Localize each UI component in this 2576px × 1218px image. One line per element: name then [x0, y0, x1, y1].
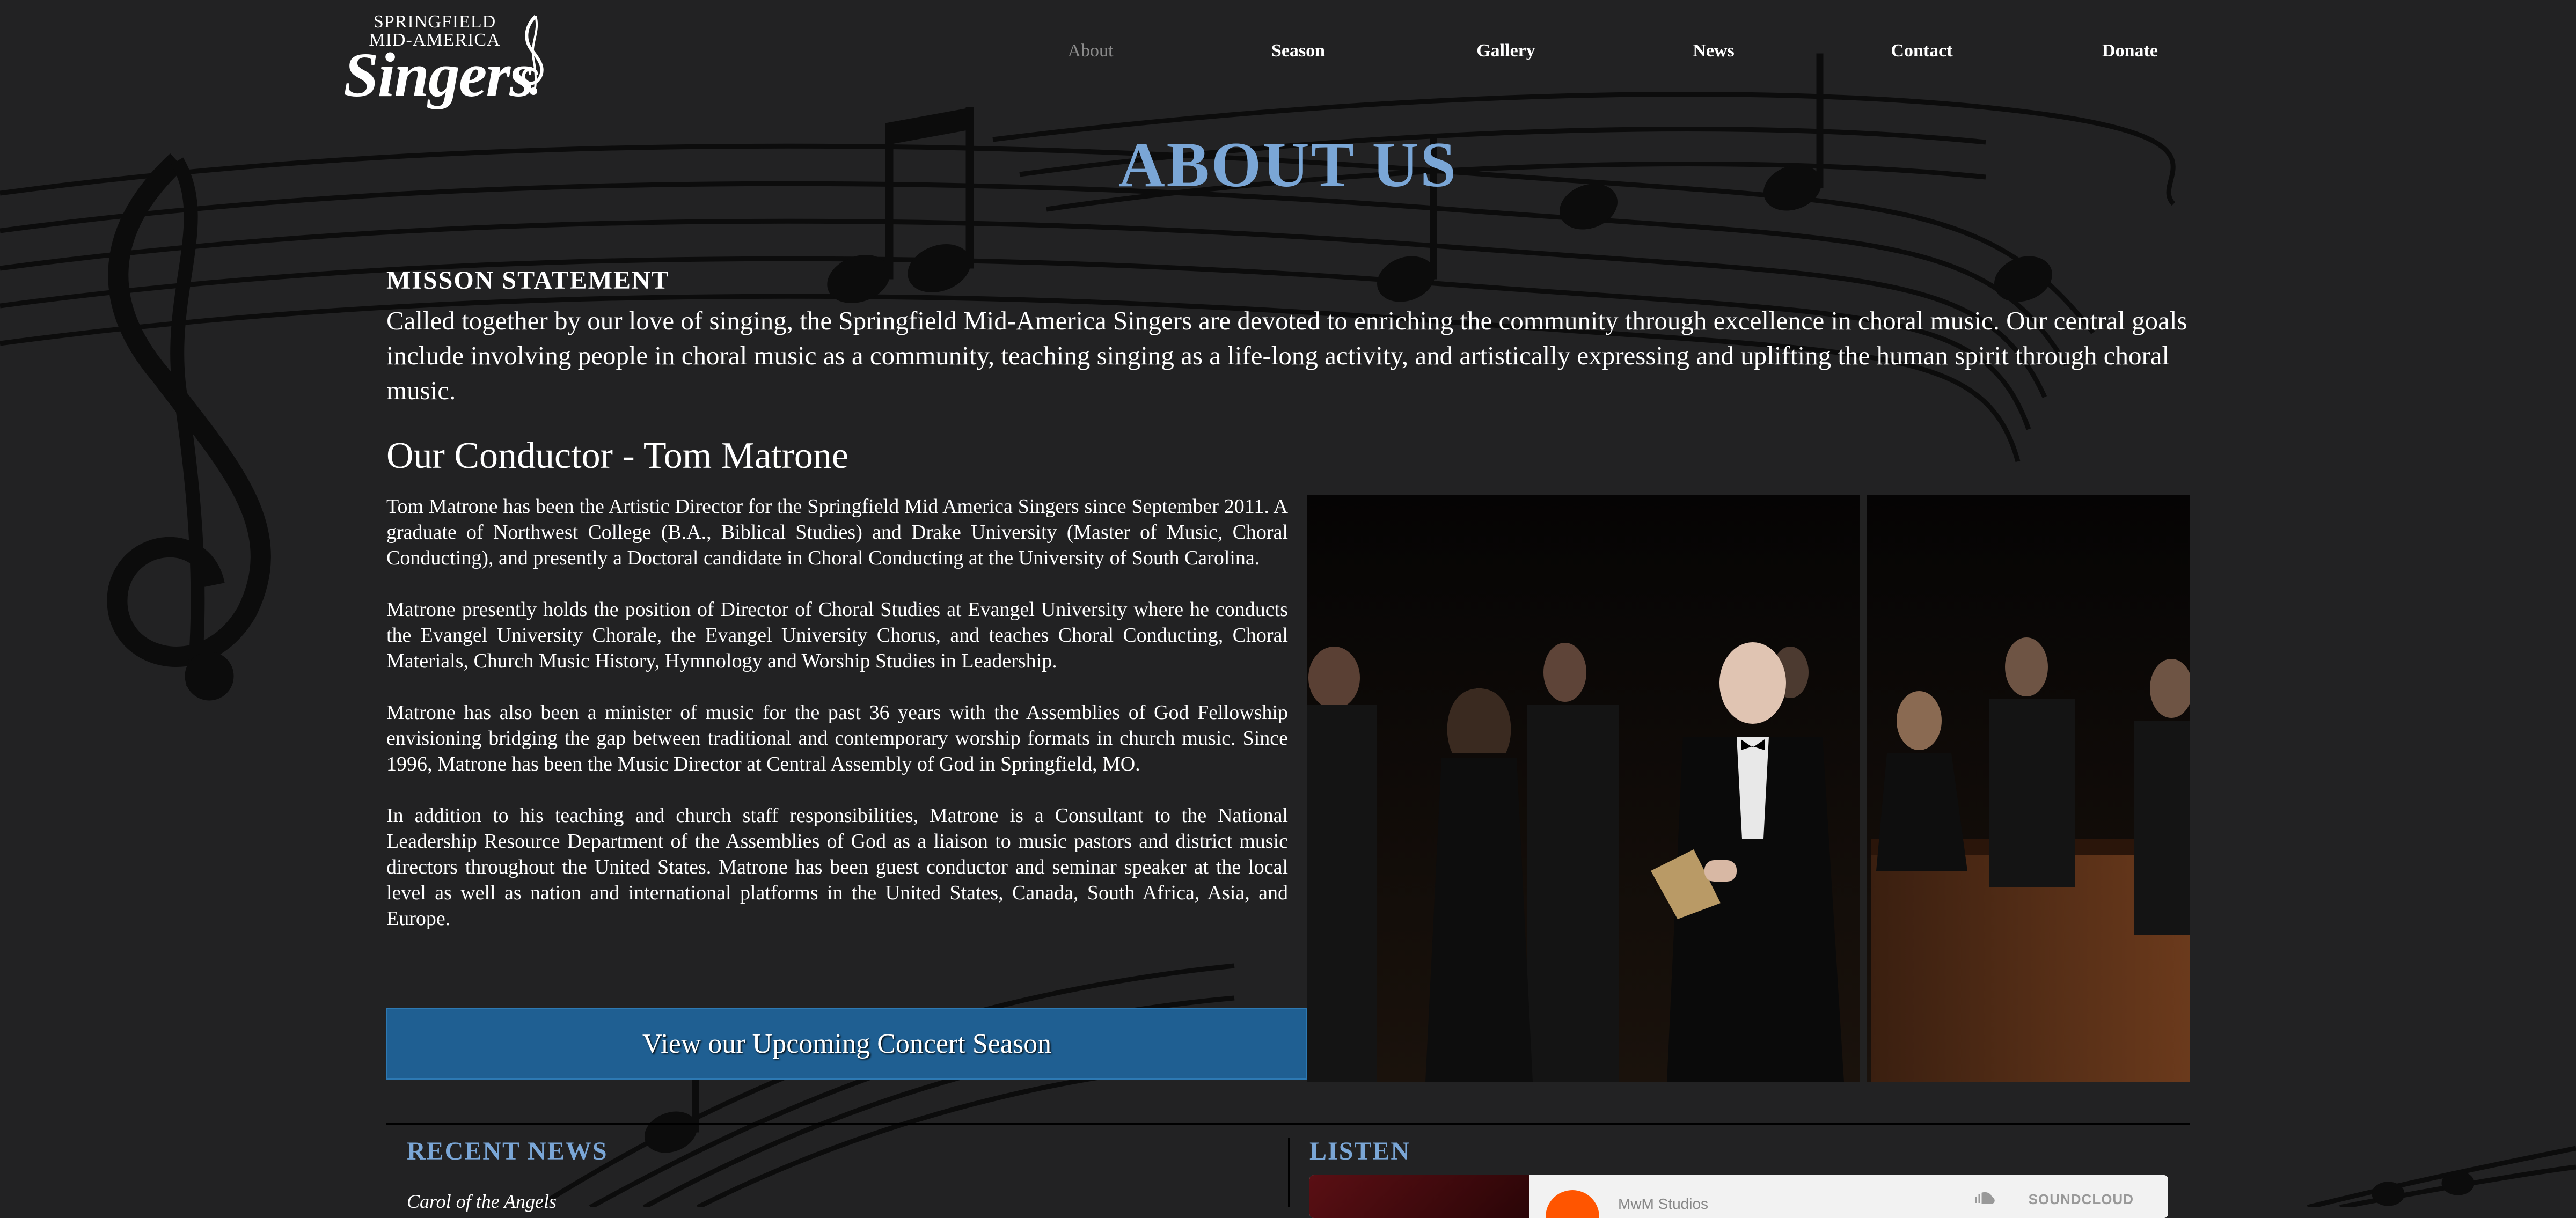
logo-line-3: Singers — [343, 40, 534, 110]
recent-news-heading: RECENT NEWS — [407, 1137, 608, 1165]
bio-paragraph: In addition to his teaching and church s… — [386, 804, 1288, 930]
soundcloud-player[interactable]: MwM Studios SOUNDCLOUD — [1309, 1175, 2168, 1218]
track-artist[interactable]: MwM Studios — [1618, 1195, 1708, 1213]
news-link[interactable]: Carol of the Angels — [407, 1190, 557, 1213]
nav-news[interactable]: News — [1693, 41, 1734, 61]
bio-paragraph: Matrone presently holds the position of … — [386, 598, 1288, 672]
nav-gallery[interactable]: Gallery — [1476, 41, 1535, 61]
soundcloud-brand[interactable]: SOUNDCLOUD — [2029, 1191, 2134, 1208]
listen-heading: LISTEN — [1309, 1137, 1411, 1165]
treble-clef-icon — [522, 14, 544, 95]
soundcloud-cloud-icon — [1975, 1192, 1995, 1204]
page-title: ABOUT US — [1118, 129, 1458, 200]
nav-season[interactable]: Season — [1271, 41, 1325, 61]
play-button[interactable] — [1546, 1190, 1599, 1218]
conductor-bio: Tom Matrone has been the Artistic Direct… — [386, 494, 1288, 957]
nav-contact[interactable]: Contact — [1891, 41, 1952, 61]
nav-about[interactable]: About — [1068, 41, 1114, 61]
concert-season-button[interactable]: View our Upcoming Concert Season — [386, 1008, 1307, 1080]
conductor-heading: Our Conductor - Tom Matrone — [386, 435, 848, 476]
site-logo[interactable]: SPRINGFIELD MID-AMERICA Singers — [343, 11, 569, 110]
bio-paragraph: Matrone has also been a minister of musi… — [386, 701, 1288, 775]
section-divider — [386, 1123, 2190, 1125]
conductor-photo — [1307, 495, 2190, 1082]
track-artwork — [1309, 1175, 1529, 1218]
logo-line-1: SPRINGFIELD — [373, 12, 496, 32]
mission-text: Called together by our love of singing, … — [386, 306, 2187, 405]
nav-donate[interactable]: Donate — [2102, 41, 2158, 61]
mission-heading: MISSON STATEMENT — [386, 266, 670, 295]
bio-paragraph: Tom Matrone has been the Artistic Direct… — [386, 495, 1288, 569]
column-divider — [1288, 1138, 1290, 1207]
